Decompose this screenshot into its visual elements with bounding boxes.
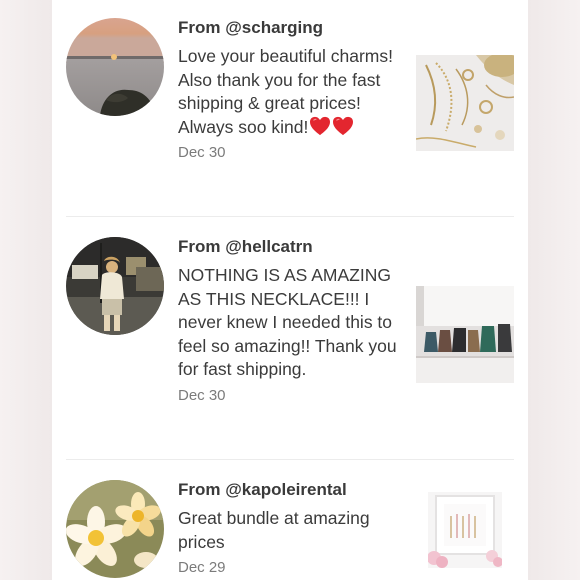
review-text: NOTHING IS AS AMAZING AS THIS NECKLACE!!… (178, 265, 397, 379)
from-label: From (178, 18, 226, 37)
product-thumbnail[interactable] (416, 286, 514, 383)
review-content: From @kapoleirental Great bundle at amaz… (178, 480, 398, 576)
author-handle[interactable]: @kapoleirental (225, 480, 346, 499)
avatar[interactable] (66, 18, 164, 116)
review-item: From @kapoleirental Great bundle at amaz… (52, 460, 528, 580)
heart-icon (310, 116, 331, 135)
from-label: From (178, 237, 226, 256)
review-text: Love your beautiful charms! Also thank y… (178, 45, 398, 139)
review-item: From @hellcatrn NOTHING IS AS AMAZING AS… (52, 217, 528, 459)
review-item: From @scharging Love your beautiful char… (52, 0, 528, 216)
review-text-content: Love your beautiful charms! Also thank y… (178, 46, 393, 137)
review-date: Dec 30 (178, 386, 226, 404)
avatar-person-night-image (66, 237, 164, 335)
reviews-panel: From @scharging Love your beautiful char… (52, 0, 528, 580)
author-handle[interactable]: @scharging (225, 18, 323, 37)
review-date: Dec 29 (178, 559, 226, 576)
review-author[interactable]: From @scharging (178, 18, 398, 38)
background-edge-right (528, 0, 580, 580)
review-date: Dec 30 (178, 144, 226, 161)
boutique-shelf-image (416, 286, 514, 383)
avatar-plumeria-image (66, 480, 164, 578)
avatar[interactable] (66, 480, 164, 578)
product-thumbnail[interactable] (416, 55, 514, 151)
background-edge-left (0, 0, 52, 580)
review-text: Great bundle at amazing prices (178, 508, 370, 552)
review-content: From @scharging Love your beautiful char… (178, 18, 398, 161)
review-content: From @hellcatrn NOTHING IS AS AMAZING AS… (178, 237, 398, 404)
avatar[interactable] (66, 237, 164, 335)
author-handle[interactable]: @hellcatrn (225, 237, 312, 256)
from-label: From (178, 480, 226, 499)
framed-print-image (428, 492, 502, 568)
heart-icon (333, 116, 354, 135)
product-thumbnail[interactable] (428, 492, 502, 568)
avatar-sunset-image (66, 18, 164, 116)
jewelry-image (416, 55, 514, 151)
review-author[interactable]: From @kapoleirental (178, 480, 398, 500)
review-author[interactable]: From @hellcatrn (178, 237, 398, 257)
